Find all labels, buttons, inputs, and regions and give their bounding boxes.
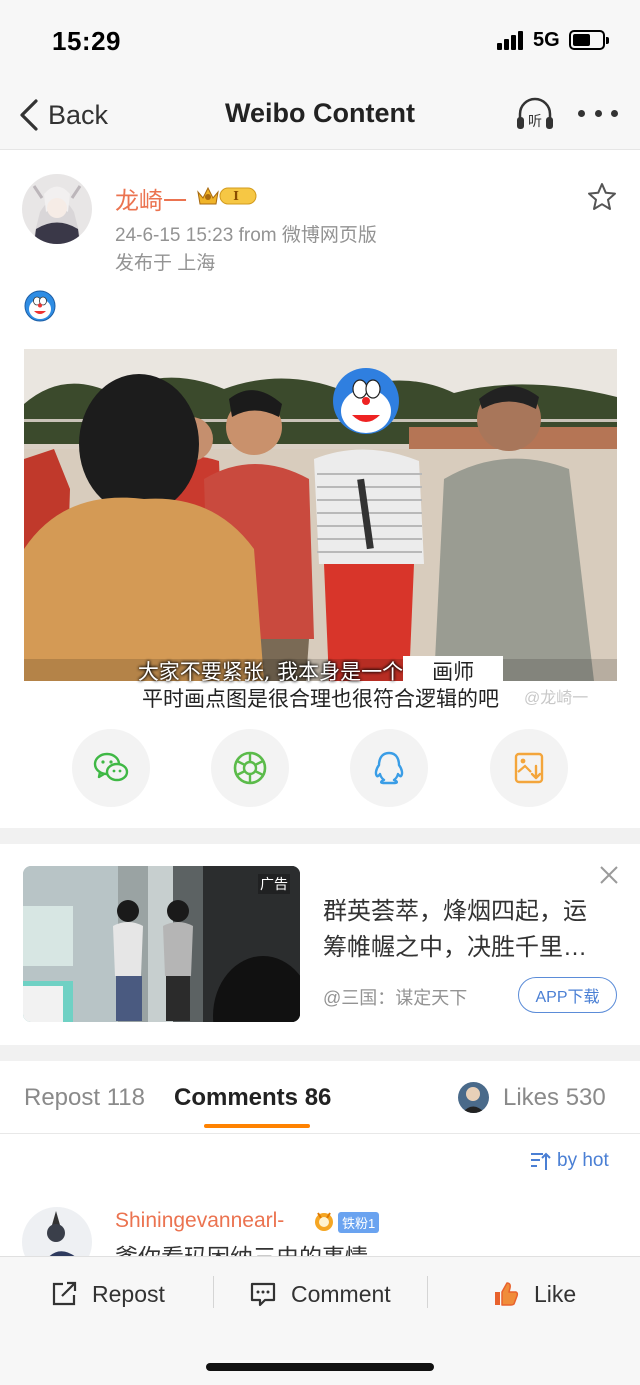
post-meta: 24-6-15 15:23 from 微博网页版 <box>115 225 377 246</box>
section-divider <box>0 1045 640 1061</box>
back-label: Back <box>48 99 109 130</box>
back-button[interactable]: Back <box>18 96 108 134</box>
status-bar: 15:29 5G <box>0 0 640 80</box>
image-watermark: @龙崎一 <box>524 690 589 707</box>
share-qq-button[interactable] <box>350 729 428 807</box>
moments-icon <box>233 751 267 785</box>
tab-repost[interactable]: Repost 118 <box>24 1084 145 1112</box>
svg-text:I: I <box>233 189 239 203</box>
tab-likes[interactable]: Likes 530 <box>503 1084 606 1112</box>
more-icon[interactable] <box>578 110 618 120</box>
fan-badge: 铁粉1 <box>312 1210 380 1234</box>
wechat-icon <box>93 752 129 782</box>
post-image[interactable] <box>24 349 617 681</box>
ad-tag: 广告 <box>258 874 290 894</box>
toolbar-separator <box>427 1276 428 1308</box>
comment-icon <box>250 1282 276 1307</box>
sort-label: by hot <box>557 1150 609 1171</box>
ad-source: @三国：谋定天下 <box>323 988 468 1008</box>
share-wechat-button[interactable] <box>72 729 150 807</box>
like-button[interactable]: Like <box>492 1277 576 1311</box>
share-moments-button[interactable] <box>211 729 289 807</box>
svg-text:听: 听 <box>528 114 542 130</box>
chevron-left-icon <box>20 99 38 131</box>
favorite-star-icon[interactable] <box>586 181 618 213</box>
tabs-divider <box>0 1133 640 1134</box>
comment-label: Comment <box>291 1280 391 1307</box>
repost-icon <box>52 1281 77 1306</box>
tab-active-indicator <box>204 1124 310 1128</box>
thumbs-up-icon <box>495 1282 519 1306</box>
home-indicator <box>206 1363 434 1371</box>
section-divider <box>0 828 640 844</box>
image-caption-line1: 大家不要紧张, 我本身是一个 画师 <box>24 656 617 686</box>
author-avatar[interactable] <box>22 174 92 244</box>
save-image-button[interactable] <box>490 729 568 807</box>
comment-username[interactable]: Shiningevannearl- <box>115 1209 284 1233</box>
status-time: 15:29 <box>52 26 121 56</box>
battery-icon <box>569 30 609 50</box>
fan-level: 铁粉1 <box>338 1211 380 1233</box>
doraemon-emoji-icon <box>24 290 56 322</box>
caption-redacted: 画师 <box>403 656 504 686</box>
tab-comments[interactable]: Comments 86 <box>174 1084 331 1112</box>
app-download-button[interactable]: APP下载 <box>518 977 617 1013</box>
sort-by-hot-button[interactable]: by hot <box>529 1150 609 1172</box>
save-image-icon <box>514 752 544 784</box>
fan-medal-icon <box>315 1212 333 1231</box>
listen-button[interactable]: 听 <box>514 95 556 135</box>
vip-crown-icon: I <box>197 186 257 205</box>
close-icon[interactable] <box>598 864 620 886</box>
signal-icon <box>497 30 525 50</box>
post-location: 发布于 上海 <box>115 253 216 274</box>
toolbar-separator <box>213 1276 214 1308</box>
likes-avatar <box>458 1082 489 1113</box>
network-type: 5G <box>533 29 560 51</box>
repost-label: Repost <box>92 1280 165 1307</box>
author-name[interactable]: 龙崎一 <box>115 181 187 216</box>
ad-text[interactable]: 群英荟萃，烽烟四起，运筹帷幄之中，决胜千里… <box>323 894 603 966</box>
nav-bar: Back Weibo Content 听 <box>0 80 640 150</box>
like-label: Like <box>534 1280 577 1307</box>
comment-button[interactable]: Comment <box>249 1277 391 1311</box>
sort-icon <box>531 1152 551 1170</box>
repost-button[interactable]: Repost <box>50 1277 165 1311</box>
listen-icon: 听 <box>517 97 553 130</box>
ad-image[interactable]: 广告 <box>23 866 300 1022</box>
qq-icon <box>374 751 404 785</box>
